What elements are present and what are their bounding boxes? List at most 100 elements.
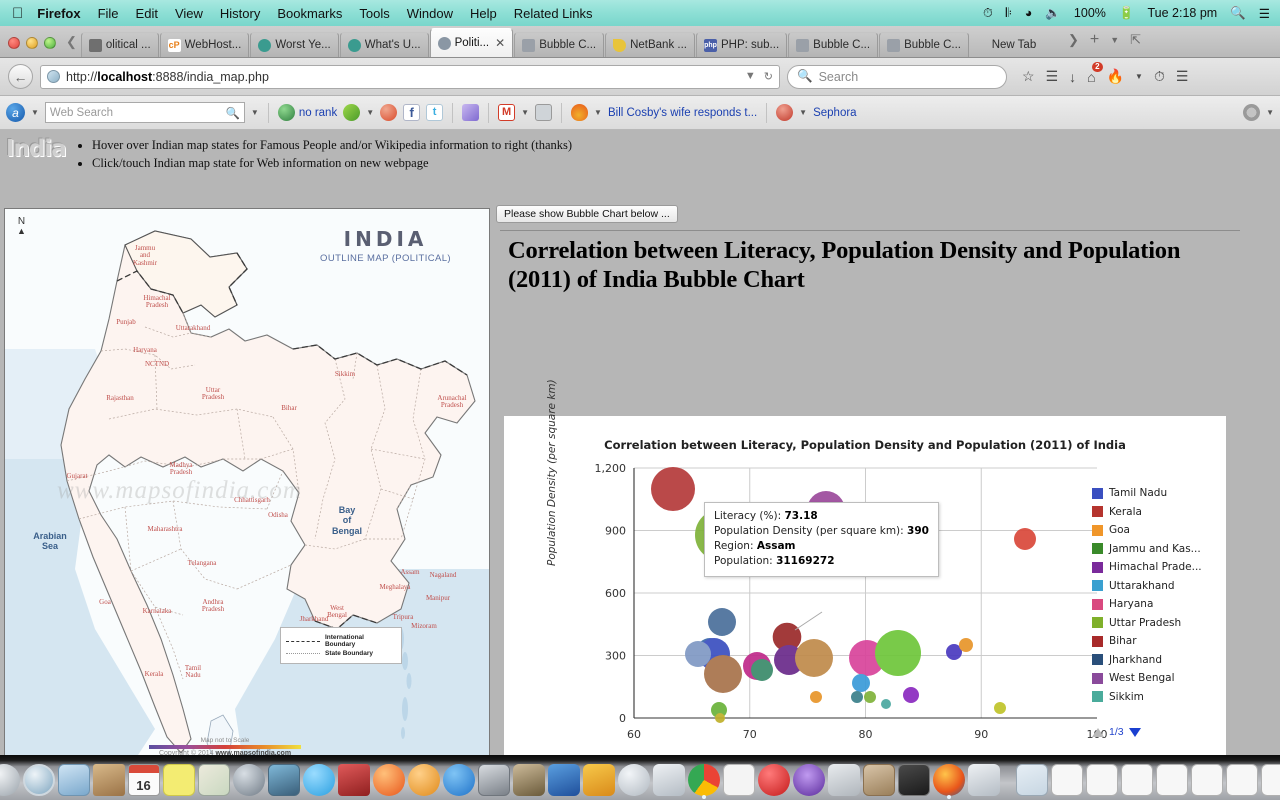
state-label-manipur[interactable]: Manipur <box>415 594 461 602</box>
dock-icon-scissors[interactable] <box>827 764 860 796</box>
dock-doc-text[interactable] <box>1085 764 1118 796</box>
tab-1[interactable]: cP WebHost... <box>159 32 250 57</box>
url-dropdown-icon[interactable]: ▼ <box>745 70 756 83</box>
dock-icon-gimp[interactable] <box>512 764 545 796</box>
bubble-chart-canvas[interactable]: Correlation between Literacy, Population… <box>504 379 1226 778</box>
alexa-dropdown-icon[interactable]: ▼ <box>31 108 39 117</box>
gear-icon[interactable] <box>1243 104 1261 121</box>
dock-doc-blank-2[interactable] <box>1155 764 1188 796</box>
state-label-telangana[interactable]: Telangana <box>175 559 229 567</box>
addon-dropdown-icon[interactable]: ▼ <box>1135 72 1143 81</box>
notification-center-icon[interactable]: ☰ <box>1259 6 1270 21</box>
legend-page-down-icon[interactable] <box>1128 727 1141 737</box>
stumbleupon-icon[interactable] <box>380 104 398 121</box>
dock-doc-opera[interactable] <box>1260 764 1280 796</box>
menu-edit[interactable]: Edit <box>136 6 158 21</box>
dock-icon-photo-booth[interactable] <box>267 764 300 796</box>
legend-item-jharkhand[interactable]: Jharkhand <box>1092 651 1202 670</box>
dock-icon-imovie[interactable] <box>792 764 825 796</box>
india-map-panel[interactable]: N ▲ INDIA OUTLINE MAP (POLITICAL) www.map… <box>4 208 490 774</box>
bookmark-star-icon[interactable]: ☆ <box>1022 68 1035 85</box>
state-label-gujarat[interactable]: Gujarat <box>53 472 101 480</box>
web-search-dropdown-icon[interactable]: ▼ <box>251 108 259 117</box>
state-label-uttarakhand[interactable]: Uttarakhand <box>163 324 223 332</box>
twitter-icon[interactable]: t <box>426 104 444 121</box>
dock-icon-mail[interactable] <box>57 764 90 796</box>
state-label-himachal-pradesh[interactable]: Himachal Pradesh <box>127 294 187 310</box>
tab-8[interactable]: Bubble C... <box>788 32 879 57</box>
fullscreen-icon[interactable]: ⇱ <box>1130 32 1141 48</box>
state-label-bihar[interactable]: Bihar <box>265 404 313 412</box>
battery-icon[interactable]: 🔋 <box>1119 6 1135 21</box>
tab-0[interactable]: olitical ... <box>80 32 159 57</box>
tab-close-icon[interactable]: ✕ <box>495 36 505 50</box>
dock-icon-opera[interactable] <box>757 764 790 796</box>
state-label-odisha[interactable]: Odisha <box>254 511 302 519</box>
dock-doc-blank-1[interactable] <box>1120 764 1153 796</box>
state-label-haryana[interactable]: Haryana <box>117 346 173 354</box>
dock-icon-quicktime[interactable] <box>617 764 650 796</box>
contacts-icon[interactable] <box>535 104 553 121</box>
dock-icon-launchpad[interactable] <box>0 764 20 796</box>
home-icon[interactable]: ⌂ 2 <box>1087 61 1103 85</box>
search-bar[interactable]: 🔍 Search <box>787 64 1007 89</box>
legend-item-uttar-pradesh[interactable]: Uttar Pradesh <box>1092 614 1202 633</box>
reload-icon[interactable]: ↻ <box>764 70 773 83</box>
legend-item-west-bengal[interactable]: West Bengal <box>1092 669 1202 688</box>
menu-firefox[interactable]: Firefox <box>37 6 80 21</box>
dock-icon-system-preferences[interactable] <box>477 764 510 796</box>
dock-icon-wolfram[interactable] <box>582 764 615 796</box>
dock-icon-time-machine[interactable] <box>232 764 265 796</box>
dock-icon-chrome[interactable] <box>687 764 720 799</box>
legend-item-kerala[interactable]: Kerala <box>1092 503 1202 522</box>
dock-icon-address-book[interactable] <box>92 764 125 796</box>
state-label-jammu-and-kashmir[interactable]: Jammu and Kashmir <box>115 244 175 267</box>
time-machine-icon[interactable]: ⏱ <box>983 6 993 21</box>
tab-scroll-right-icon[interactable]: ❯ <box>1068 32 1079 48</box>
bluetooth-icon[interactable]: 𝄆 <box>1006 6 1012 21</box>
bookmark-bill-cosby[interactable]: Bill Cosby's wife responds t... <box>608 107 757 119</box>
apple-logo-icon[interactable]:  <box>12 5 23 22</box>
tab-2[interactable]: Worst Ye... <box>250 32 339 57</box>
state-label-nct-delhi[interactable]: NCTND <box>131 360 183 368</box>
tab-10-new-tab[interactable]: New Tab <box>970 32 1058 57</box>
legend-item-jammu-and-kashmir[interactable]: Jammu and Kas... <box>1092 540 1202 559</box>
menu-help[interactable]: Help <box>470 6 497 21</box>
dock-icon-calendar[interactable]: 16 <box>127 764 160 796</box>
legend-item-sikkim[interactable]: Sikkim <box>1092 688 1202 707</box>
dock-icon-safari[interactable] <box>22 764 55 796</box>
tab-4-active[interactable]: Politi... ✕ <box>429 28 514 57</box>
dock-doc-india-map[interactable] <box>1015 764 1048 796</box>
state-label-sikkim[interactable]: Sikkim <box>323 370 367 378</box>
back-button[interactable]: ← <box>8 64 33 89</box>
dock-icon-firefox[interactable] <box>932 764 965 799</box>
zoom-window-button[interactable] <box>44 37 56 49</box>
history-clock-icon[interactable]: ⏱ <box>1154 68 1165 85</box>
legend-item-bihar[interactable]: Bihar <box>1092 632 1202 651</box>
menu-bookmarks[interactable]: Bookmarks <box>277 6 342 21</box>
minimize-window-button[interactable] <box>26 37 38 49</box>
flame-icon[interactable] <box>571 104 589 121</box>
web-search-icon[interactable]: 🔍 <box>226 106 240 120</box>
addon-icon[interactable]: 🔥 <box>1107 68 1124 85</box>
gmail-dropdown-icon[interactable]: ▼ <box>521 108 529 117</box>
dock-doc-form[interactable] <box>1050 764 1083 796</box>
legend-page-up-icon[interactable] <box>1092 727 1104 737</box>
dock-icon-itunes[interactable] <box>372 764 405 796</box>
dock-icon-maps[interactable] <box>197 764 230 796</box>
sephora-dropdown-icon[interactable]: ▼ <box>799 108 807 117</box>
clock[interactable]: Tue 2:18 pm <box>1147 6 1217 20</box>
dock-icon-seashore-2[interactable] <box>967 764 1000 796</box>
legend-item-tamil-nadu[interactable]: Tamil Nadu <box>1092 484 1202 503</box>
state-label-andhra-pradesh[interactable]: Andhra Pradesh <box>187 598 239 614</box>
downloads-icon[interactable]: ↓ <box>1069 69 1076 85</box>
state-label-meghalaya[interactable]: Meghalaya <box>369 583 421 591</box>
spotlight-icon[interactable]: 🔍 <box>1230 6 1246 21</box>
state-label-rajasthan[interactable]: Rajasthan <box>90 394 150 402</box>
web-search-input[interactable]: Web Search 🔍 <box>44 102 245 123</box>
dock-doc-blank-3[interactable] <box>1190 764 1223 796</box>
gear-dropdown-icon[interactable]: ▼ <box>1266 108 1274 117</box>
link-dropdown-icon[interactable]: ▼ <box>366 108 374 117</box>
state-label-tamil-nadu[interactable]: Tamil Nadu <box>171 664 215 680</box>
gmail-icon[interactable]: M <box>498 104 516 121</box>
